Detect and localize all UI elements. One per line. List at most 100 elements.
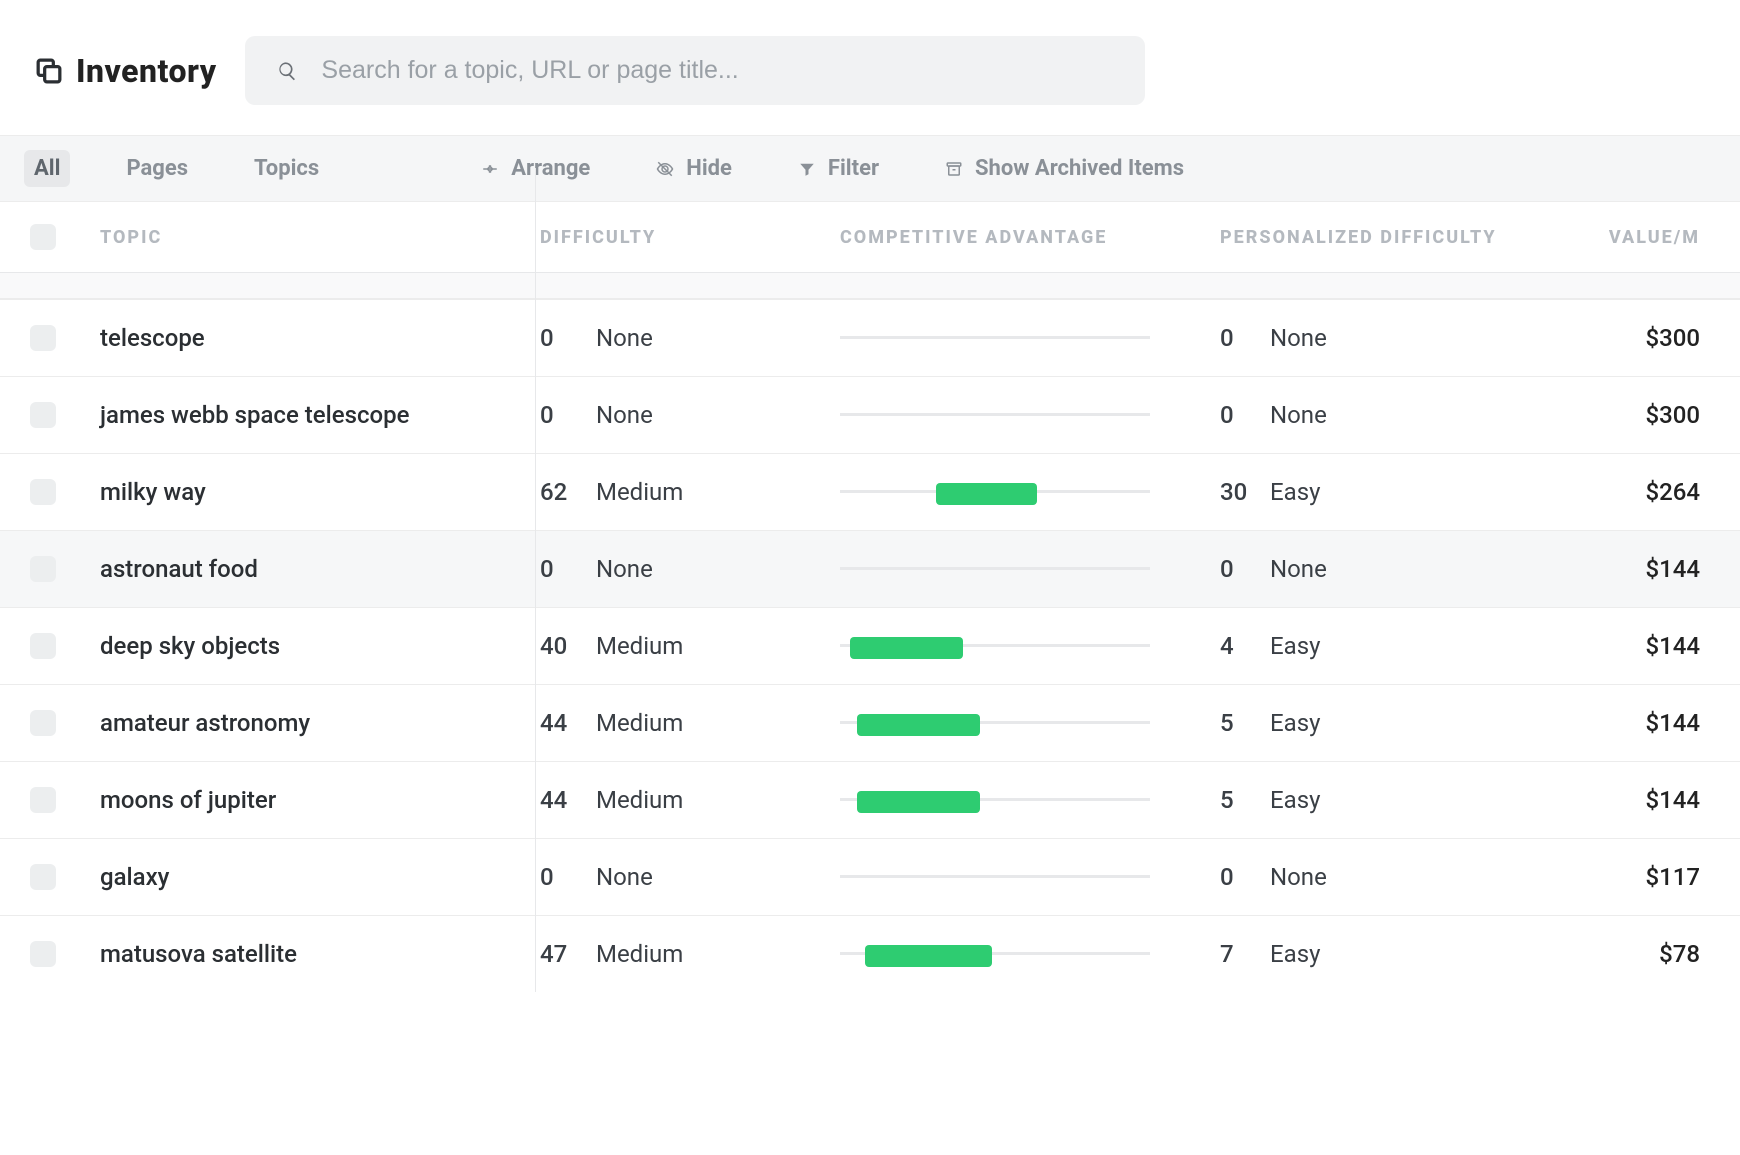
row-checkbox[interactable] (30, 479, 56, 505)
advantage-cell (840, 413, 1220, 417)
personalized-cell: 30 Easy (1220, 478, 1570, 506)
row-checkbox[interactable] (30, 787, 56, 813)
personalized-cell: 7 Easy (1220, 940, 1570, 968)
arrange-label: Arrange (511, 156, 590, 181)
difficulty-label: None (596, 324, 653, 352)
tab-all[interactable]: All (24, 150, 70, 187)
topic-cell: galaxy (100, 863, 540, 891)
hide-button[interactable]: Hide (646, 150, 742, 187)
col-topic[interactable]: Topic (100, 227, 540, 248)
hide-label: Hide (686, 156, 732, 181)
advantage-cell (840, 952, 1220, 956)
search-icon (277, 60, 298, 82)
table-row[interactable]: galaxy 0 None 0 None $117 (0, 838, 1740, 915)
col-personalized[interactable]: Personalized Difficulty (1220, 227, 1570, 248)
difficulty-cell: 0 None (540, 324, 840, 352)
search-input[interactable] (321, 56, 1112, 85)
value-cell: $300 (1570, 324, 1730, 352)
table-row[interactable]: deep sky objects 40 Medium 4 Easy $144 (0, 607, 1740, 684)
difficulty-score: 0 (540, 324, 578, 352)
personalized-label: None (1270, 863, 1327, 891)
filter-button[interactable]: Filter (788, 150, 889, 187)
difficulty-label: Medium (596, 632, 683, 660)
personalized-cell: 5 Easy (1220, 709, 1570, 737)
table-row[interactable]: james webb space telescope 0 None 0 None… (0, 376, 1740, 453)
personalized-cell: 0 None (1220, 401, 1570, 429)
header: Inventory (0, 0, 1740, 135)
personalized-cell: 5 Easy (1220, 786, 1570, 814)
advantage-cell (840, 490, 1220, 494)
filter-label: Filter (828, 156, 879, 181)
advantage-cell (840, 336, 1220, 340)
advantage-cell (840, 721, 1220, 725)
archive-icon (945, 160, 963, 178)
value-cell: $144 (1570, 632, 1730, 660)
difficulty-cell: 47 Medium (540, 940, 840, 968)
tab-pages[interactable]: Pages (116, 150, 198, 187)
table-row[interactable]: moons of jupiter 44 Medium 5 Easy $144 (0, 761, 1740, 838)
personalized-score: 7 (1220, 940, 1250, 968)
advantage-bar (840, 567, 1150, 571)
advantage-bar (840, 490, 1150, 494)
personalized-cell: 4 Easy (1220, 632, 1570, 660)
difficulty-cell: 0 None (540, 555, 840, 583)
row-checkbox[interactable] (30, 864, 56, 890)
arrange-button[interactable]: Arrange (471, 150, 600, 187)
personalized-score: 30 (1220, 478, 1250, 506)
topic-cell: matusova satellite (100, 940, 540, 968)
advantage-bar (840, 644, 1150, 648)
topic-cell: telescope (100, 324, 540, 352)
col-difficulty[interactable]: Difficulty (540, 227, 840, 248)
personalized-label: Easy (1270, 478, 1320, 506)
row-checkbox[interactable] (30, 325, 56, 351)
table-row[interactable]: astronaut food 0 None 0 None $144 (0, 530, 1740, 607)
personalized-cell: 0 None (1220, 555, 1570, 583)
personalized-label: Easy (1270, 940, 1320, 968)
personalized-score: 0 (1220, 555, 1250, 583)
advantage-bar (840, 336, 1150, 340)
value-cell: $144 (1570, 709, 1730, 737)
arrange-icon (481, 160, 499, 178)
advantage-cell (840, 798, 1220, 802)
col-advantage[interactable]: Competitive Advantage (840, 227, 1220, 248)
difficulty-label: None (596, 555, 653, 583)
difficulty-score: 0 (540, 401, 578, 429)
row-checkbox[interactable] (30, 633, 56, 659)
advantage-cell (840, 875, 1220, 879)
table-spacer (0, 273, 1740, 299)
row-checkbox[interactable] (30, 941, 56, 967)
difficulty-label: Medium (596, 940, 683, 968)
row-checkbox[interactable] (30, 402, 56, 428)
topic-cell: astronaut food (100, 555, 540, 583)
value-cell: $300 (1570, 401, 1730, 429)
row-checkbox[interactable] (30, 556, 56, 582)
personalized-score: 4 (1220, 632, 1250, 660)
toolbar: All Pages Topics Arrange Hide Filter Sho… (0, 135, 1740, 202)
personalized-label: None (1270, 555, 1327, 583)
table-row[interactable]: matusova satellite 47 Medium 7 Easy $78 (0, 915, 1740, 992)
advantage-bar (840, 875, 1150, 879)
col-value[interactable]: Value/M (1570, 227, 1730, 248)
value-cell: $144 (1570, 555, 1730, 583)
search-box[interactable] (245, 36, 1145, 105)
advantage-bar (840, 413, 1150, 417)
difficulty-cell: 44 Medium (540, 786, 840, 814)
hide-icon (656, 160, 674, 178)
page-title: Inventory (76, 52, 217, 90)
personalized-cell: 0 None (1220, 324, 1570, 352)
inventory-icon (36, 58, 62, 84)
table-row[interactable]: amateur astronomy 44 Medium 5 Easy $144 (0, 684, 1740, 761)
table-row[interactable]: milky way 62 Medium 30 Easy $264 (0, 453, 1740, 530)
personalized-score: 0 (1220, 863, 1250, 891)
difficulty-score: 62 (540, 478, 578, 506)
difficulty-score: 0 (540, 863, 578, 891)
table-row[interactable]: telescope 0 None 0 None $300 (0, 299, 1740, 376)
row-checkbox[interactable] (30, 710, 56, 736)
archived-button[interactable]: Show Archived Items (935, 150, 1194, 187)
tab-topics[interactable]: Topics (244, 150, 329, 187)
difficulty-cell: 0 None (540, 863, 840, 891)
difficulty-label: None (596, 863, 653, 891)
value-cell: $78 (1570, 940, 1730, 968)
personalized-label: None (1270, 401, 1327, 429)
select-all-checkbox[interactable] (30, 224, 56, 250)
